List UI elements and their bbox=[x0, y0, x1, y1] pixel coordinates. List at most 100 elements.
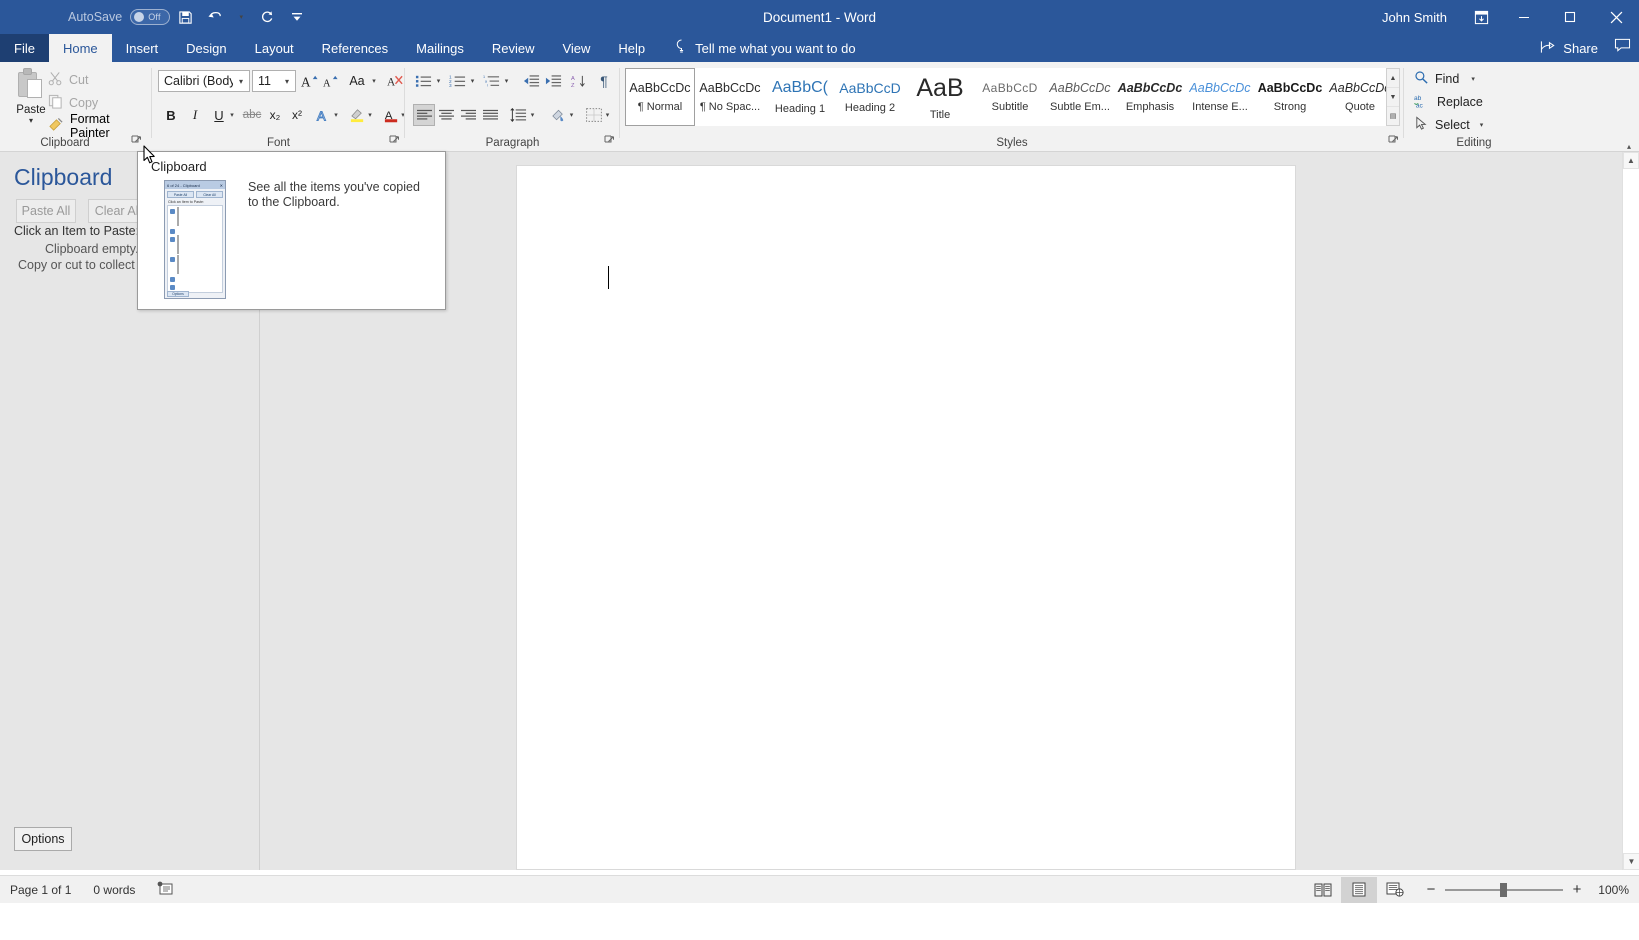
justify-icon[interactable] bbox=[479, 104, 501, 126]
underline-dropdown-icon[interactable]: ▾ bbox=[226, 104, 238, 126]
close-button[interactable] bbox=[1593, 0, 1639, 34]
find-button[interactable]: Find ▾ bbox=[1414, 68, 1475, 90]
style-heading-1[interactable]: AaBbC( Heading 1 bbox=[765, 68, 835, 126]
save-icon[interactable] bbox=[170, 2, 200, 32]
zoom-in-button[interactable]: + bbox=[1571, 881, 1583, 898]
font-name-input[interactable]: Calibri (Body) ▾ bbox=[158, 70, 250, 92]
scroll-down-icon[interactable]: ▼ bbox=[1387, 88, 1399, 107]
clipboard-dialog-launcher[interactable] bbox=[129, 135, 143, 149]
tab-mailings[interactable]: Mailings bbox=[402, 34, 478, 62]
more-styles-icon[interactable]: ▤ bbox=[1387, 107, 1399, 125]
zoom-out-button[interactable]: − bbox=[1425, 881, 1437, 898]
clear-formatting-icon[interactable]: A bbox=[384, 70, 406, 92]
align-center-icon[interactable] bbox=[435, 104, 457, 126]
collapse-ribbon-icon[interactable]: ▴ bbox=[1621, 140, 1637, 152]
align-left-icon[interactable] bbox=[413, 104, 435, 126]
account-name[interactable]: John Smith bbox=[1382, 10, 1461, 25]
select-button[interactable]: Select ▾ bbox=[1414, 114, 1483, 136]
scroll-up-arrow-icon[interactable]: ▲ bbox=[1623, 152, 1639, 169]
superscript-button[interactable]: x² bbox=[286, 104, 308, 126]
style-intense-emphasis[interactable]: AaBbCcDc Intense E... bbox=[1185, 68, 1255, 126]
tab-view[interactable]: View bbox=[548, 34, 604, 62]
show-formatting-marks-icon[interactable]: ¶ bbox=[593, 70, 615, 92]
change-case-button[interactable]: Aa bbox=[344, 70, 370, 92]
line-spacing-icon[interactable] bbox=[507, 104, 529, 126]
tell-me-search[interactable]: Tell me what you want to do bbox=[659, 34, 856, 62]
share-button[interactable]: Share bbox=[1540, 40, 1602, 57]
align-right-icon[interactable] bbox=[457, 104, 479, 126]
numbering-dropdown-icon[interactable]: ▾ bbox=[467, 70, 478, 92]
style-title[interactable]: AaB Title bbox=[905, 68, 975, 126]
clipboard-options-button[interactable]: Options bbox=[14, 827, 72, 851]
scroll-down-arrow-icon[interactable]: ▼ bbox=[1623, 853, 1639, 870]
tab-home[interactable]: Home bbox=[48, 34, 112, 62]
paste-all-button[interactable]: Paste All bbox=[16, 199, 76, 223]
style-no-spacing[interactable]: AaBbCcDc ¶ No Spac... bbox=[695, 68, 765, 126]
bullets-icon[interactable] bbox=[413, 70, 433, 92]
italic-button[interactable]: I bbox=[184, 104, 206, 126]
proofing-errors-icon[interactable] bbox=[157, 881, 173, 898]
sort-icon[interactable]: AZ bbox=[568, 70, 590, 92]
style-subtitle[interactable]: AaBbCcD Subtitle bbox=[975, 68, 1045, 126]
tab-references[interactable]: References bbox=[308, 34, 402, 62]
document-page[interactable] bbox=[516, 165, 1296, 870]
read-mode-icon[interactable] bbox=[1305, 877, 1341, 903]
find-dropdown-icon[interactable]: ▾ bbox=[1471, 75, 1475, 83]
increase-indent-icon[interactable] bbox=[542, 70, 564, 92]
paragraph-dialog-launcher[interactable] bbox=[602, 135, 616, 149]
undo-dropdown-icon[interactable]: ▾ bbox=[230, 2, 252, 32]
style-heading-2[interactable]: AaBbCcD Heading 2 bbox=[835, 68, 905, 126]
replace-button[interactable]: ab ac Replace bbox=[1414, 91, 1483, 113]
font-size-dropdown-icon[interactable]: ▾ bbox=[279, 77, 295, 86]
scroll-up-icon[interactable]: ▲ bbox=[1387, 69, 1399, 88]
restore-button[interactable] bbox=[1547, 0, 1593, 34]
comments-icon[interactable] bbox=[1614, 38, 1631, 58]
page-indicator[interactable]: Page 1 of 1 bbox=[10, 883, 71, 897]
multilevel-dropdown-icon[interactable]: ▾ bbox=[501, 70, 512, 92]
tab-review[interactable]: Review bbox=[478, 34, 549, 62]
format-painter-button[interactable]: Format Painter bbox=[46, 112, 152, 140]
zoom-slider-handle[interactable] bbox=[1500, 882, 1507, 897]
font-size-input[interactable]: 11 ▾ bbox=[252, 70, 296, 92]
vertical-scrollbar[interactable]: ▲ ▼ bbox=[1622, 152, 1639, 870]
zoom-level-label[interactable]: 100% bbox=[1591, 883, 1629, 897]
cut-button[interactable]: Cut bbox=[46, 69, 88, 90]
style-subtle-emphasis[interactable]: AaBbCcDc Subtle Em... bbox=[1045, 68, 1115, 126]
shading-dropdown-icon[interactable]: ▾ bbox=[566, 104, 577, 126]
tab-design[interactable]: Design bbox=[172, 34, 240, 62]
font-dialog-launcher[interactable] bbox=[387, 135, 401, 149]
redo-icon[interactable] bbox=[252, 2, 282, 32]
grow-font-icon[interactable]: A bbox=[298, 70, 320, 92]
styles-scroll-controls[interactable]: ▲ ▼ ▤ bbox=[1386, 68, 1400, 126]
zoom-slider[interactable] bbox=[1445, 882, 1563, 897]
borders-dropdown-icon[interactable]: ▾ bbox=[602, 104, 613, 126]
select-dropdown-icon[interactable]: ▾ bbox=[1480, 121, 1484, 129]
minimize-button[interactable] bbox=[1501, 0, 1547, 34]
subscript-button[interactable]: x₂ bbox=[264, 104, 286, 126]
customize-quick-access-toolbar-icon[interactable] bbox=[282, 2, 312, 32]
bold-button[interactable]: B bbox=[160, 104, 182, 126]
tab-help[interactable]: Help bbox=[604, 34, 659, 62]
web-layout-icon[interactable] bbox=[1377, 877, 1413, 903]
undo-icon[interactable] bbox=[200, 2, 230, 32]
ribbon-display-options-icon[interactable] bbox=[1461, 0, 1501, 34]
text-effects-dropdown-icon[interactable]: ▾ bbox=[330, 104, 342, 126]
tab-file[interactable]: File bbox=[0, 34, 49, 62]
copy-button[interactable]: Copy bbox=[46, 92, 98, 113]
word-count[interactable]: 0 words bbox=[93, 883, 135, 897]
style-normal[interactable]: AaBbCcDc ¶ Normal bbox=[625, 68, 695, 126]
style-emphasis[interactable]: AaBbCcDc Emphasis bbox=[1115, 68, 1185, 126]
print-layout-icon[interactable] bbox=[1341, 876, 1377, 903]
paste-dropdown-icon[interactable]: ▾ bbox=[29, 117, 33, 125]
line-spacing-dropdown-icon[interactable]: ▾ bbox=[527, 104, 538, 126]
tab-layout[interactable]: Layout bbox=[241, 34, 308, 62]
decrease-indent-icon[interactable] bbox=[520, 70, 542, 92]
style-quote[interactable]: AaBbCcDc Quote bbox=[1325, 68, 1395, 126]
tab-insert[interactable]: Insert bbox=[112, 34, 173, 62]
bullets-dropdown-icon[interactable]: ▾ bbox=[433, 70, 444, 92]
highlight-dropdown-icon[interactable]: ▾ bbox=[364, 104, 376, 126]
multilevel-list-icon[interactable]: 1ai bbox=[481, 70, 501, 92]
font-name-dropdown-icon[interactable]: ▾ bbox=[233, 77, 249, 86]
strikethrough-button[interactable]: abc bbox=[240, 104, 264, 126]
style-strong[interactable]: AaBbCcDc Strong bbox=[1255, 68, 1325, 126]
